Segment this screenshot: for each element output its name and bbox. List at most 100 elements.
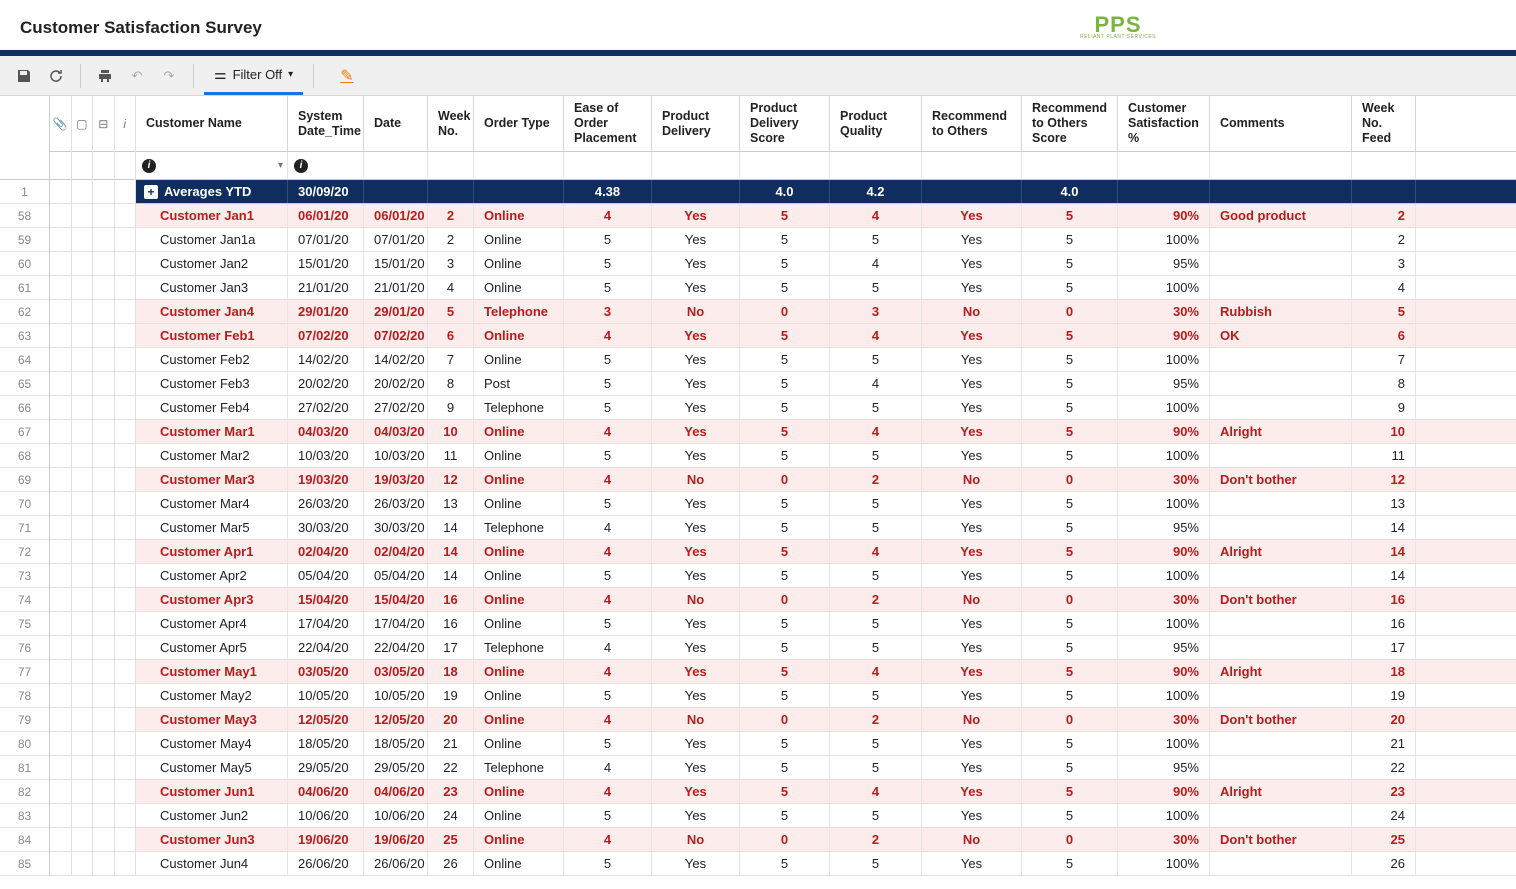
cell-ease[interactable]: 5: [564, 252, 652, 275]
cell-pdelscore[interactable]: 5: [740, 756, 830, 779]
cell-week[interactable]: 2: [428, 228, 474, 251]
table-row[interactable]: Customer May418/05/2018/05/2021Online5Ye…: [136, 732, 1516, 756]
cell-date[interactable]: 21/01/20: [364, 276, 428, 299]
cell-date[interactable]: 26/03/20: [364, 492, 428, 515]
cell-week[interactable]: 14: [428, 540, 474, 563]
cell-type[interactable]: Online: [474, 564, 564, 587]
cell-recscore[interactable]: 5: [1022, 684, 1118, 707]
cell-name[interactable]: Customer Apr5: [136, 636, 288, 659]
cell-type[interactable]: Online: [474, 684, 564, 707]
table-row[interactable]: Customer Jan106/01/2006/01/202Online4Yes…: [136, 204, 1516, 228]
cell-comm[interactable]: [1210, 612, 1352, 635]
cell-sat[interactable]: 90%: [1118, 324, 1210, 347]
cell-wkf[interactable]: 2: [1352, 204, 1416, 227]
cell-type[interactable]: Online: [474, 660, 564, 683]
cell-pqual[interactable]: 5: [830, 684, 922, 707]
cell-sat[interactable]: 100%: [1118, 348, 1210, 371]
cell-pdel[interactable]: Yes: [652, 780, 740, 803]
rownum[interactable]: 75: [0, 612, 50, 636]
cell-week[interactable]: 5: [428, 300, 474, 323]
rownum[interactable]: 73: [0, 564, 50, 588]
cell-wkf[interactable]: 20: [1352, 708, 1416, 731]
cell-comm[interactable]: Alright: [1210, 420, 1352, 443]
cell-name[interactable]: Customer Apr3: [136, 588, 288, 611]
cell-pdelscore[interactable]: 5: [740, 492, 830, 515]
cell-ease[interactable]: 4: [564, 516, 652, 539]
cell-recscore[interactable]: 5: [1022, 396, 1118, 419]
cell-name[interactable]: Customer Jun1: [136, 780, 288, 803]
cell-rec[interactable]: Yes: [922, 516, 1022, 539]
rownum[interactable]: 69: [0, 468, 50, 492]
cell-wkf[interactable]: 16: [1352, 588, 1416, 611]
cell-rec[interactable]: No: [922, 468, 1022, 491]
cell-sys[interactable]: 06/01/20: [288, 204, 364, 227]
cell-pqual[interactable]: 5: [830, 444, 922, 467]
cell-type[interactable]: Telephone: [474, 396, 564, 419]
cell-ease[interactable]: 5: [564, 372, 652, 395]
rownum[interactable]: 82: [0, 780, 50, 804]
rownum[interactable]: 66: [0, 396, 50, 420]
rownum[interactable]: 71: [0, 516, 50, 540]
cell-pdel[interactable]: Yes: [652, 228, 740, 251]
cell-type[interactable]: Online: [474, 852, 564, 875]
table-row[interactable]: Customer Apr522/04/2022/04/2017Telephone…: [136, 636, 1516, 660]
cell-type[interactable]: Online: [474, 444, 564, 467]
cell-pdelscore[interactable]: 5: [740, 444, 830, 467]
cell-week[interactable]: 14: [428, 564, 474, 587]
cell-date[interactable]: 29/05/20: [364, 756, 428, 779]
table-row[interactable]: Customer Apr315/04/2015/04/2016Online4No…: [136, 588, 1516, 612]
cell-pdel[interactable]: Yes: [652, 276, 740, 299]
rownum[interactable]: 63: [0, 324, 50, 348]
cell-rec[interactable]: No: [922, 588, 1022, 611]
cell-type[interactable]: Online: [474, 348, 564, 371]
cell-type[interactable]: Online: [474, 204, 564, 227]
filter-week[interactable]: [428, 152, 474, 179]
cell-pdelscore[interactable]: 5: [740, 252, 830, 275]
cell-ease[interactable]: 5: [564, 276, 652, 299]
cell-recscore[interactable]: 5: [1022, 516, 1118, 539]
cell-comm[interactable]: [1210, 228, 1352, 251]
cell-date[interactable]: 19/03/20: [364, 468, 428, 491]
filter-rec[interactable]: [922, 152, 1022, 179]
cell-wkf[interactable]: 26: [1352, 852, 1416, 875]
cell-date[interactable]: 15/01/20: [364, 252, 428, 275]
filter-comm[interactable]: [1210, 152, 1352, 179]
cell-pdelscore[interactable]: 5: [740, 324, 830, 347]
cell-week[interactable]: 2: [428, 204, 474, 227]
cell-comm[interactable]: [1210, 444, 1352, 467]
cell-rec[interactable]: Yes: [922, 324, 1022, 347]
cell-name[interactable]: Customer Jan1: [136, 204, 288, 227]
cell-pqual[interactable]: 5: [830, 612, 922, 635]
cell-comm[interactable]: [1210, 372, 1352, 395]
cell-recscore[interactable]: 5: [1022, 276, 1118, 299]
cell-pqual[interactable]: 4: [830, 372, 922, 395]
print-button[interactable]: [91, 62, 119, 90]
cell-rec[interactable]: No: [922, 828, 1022, 851]
cell-pdel[interactable]: Yes: [652, 684, 740, 707]
cell-date[interactable]: 27/02/20: [364, 396, 428, 419]
cell-type[interactable]: Online: [474, 540, 564, 563]
cell-comm[interactable]: [1210, 756, 1352, 779]
cell-pdelscore[interactable]: 0: [740, 828, 830, 851]
rownum[interactable]: 85: [0, 852, 50, 876]
col-comments[interactable]: Comments: [1210, 96, 1352, 151]
cell-pdel[interactable]: Yes: [652, 252, 740, 275]
rownum[interactable]: 79: [0, 708, 50, 732]
cell-name[interactable]: Customer Jun3: [136, 828, 288, 851]
table-row[interactable]: Customer Feb214/02/2014/02/207Online5Yes…: [136, 348, 1516, 372]
cell-type[interactable]: Telephone: [474, 300, 564, 323]
cell-rec[interactable]: Yes: [922, 348, 1022, 371]
cell-ease[interactable]: 5: [564, 228, 652, 251]
cell-pdelscore[interactable]: 5: [740, 204, 830, 227]
cell-pqual[interactable]: 5: [830, 492, 922, 515]
cell-ease[interactable]: 4: [564, 420, 652, 443]
cell-rec[interactable]: Yes: [922, 396, 1022, 419]
rownum[interactable]: 1: [0, 180, 50, 204]
cell-date[interactable]: 29/01/20: [364, 300, 428, 323]
cell-pdelscore[interactable]: 5: [740, 564, 830, 587]
cell-pdel[interactable]: No: [652, 468, 740, 491]
cell-pqual[interactable]: 2: [830, 708, 922, 731]
col-product-delivery[interactable]: Product Delivery: [652, 96, 740, 151]
cell-type[interactable]: Online: [474, 228, 564, 251]
cell-pdelscore[interactable]: 0: [740, 468, 830, 491]
